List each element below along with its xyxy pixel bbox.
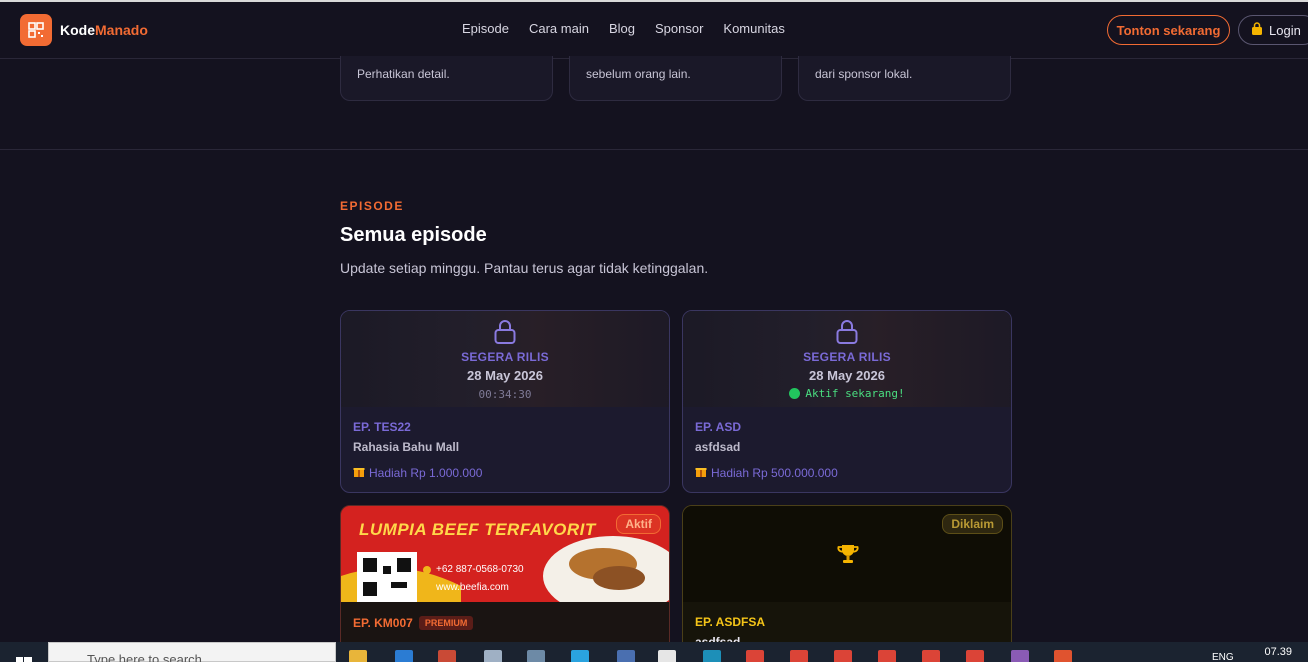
episode-cover-locked: SEGERA RILIS 28 May 2026 00:34:30 — [341, 311, 669, 407]
padlock-icon — [683, 319, 1011, 350]
feature-text: Perhatikan detail. — [357, 67, 450, 81]
language-indicator[interactable]: ENG — [1212, 652, 1234, 662]
chrome-icon[interactable] — [878, 650, 896, 662]
site-header: KodeManado Episode Cara main Blog Sponso… — [0, 2, 1308, 59]
release-date: 28 May 2026 — [467, 368, 543, 383]
telegram-icon[interactable] — [571, 650, 589, 662]
status-dot-icon — [789, 388, 801, 399]
app-icon[interactable] — [1011, 650, 1029, 662]
app-icon[interactable] — [617, 650, 635, 662]
windows-start-icon[interactable] — [16, 652, 32, 662]
feature-card: Perhatikan detail. — [340, 56, 553, 101]
active-text: Aktif sekarang! — [805, 387, 905, 400]
episode-card[interactable]: Diklaim EP. ASDFSA asdfsad — [682, 505, 1012, 655]
app-icon[interactable] — [703, 650, 721, 662]
episode-banner-image: LUMPIA BEEF TERFAVORIT +62 887-0568-0730… — [341, 506, 669, 602]
episode-title: asfdsad — [695, 440, 741, 454]
gift-icon — [353, 465, 365, 480]
episode-cover-claimed: Diklaim — [683, 506, 1011, 602]
nav-sponsor[interactable]: Sponsor — [655, 21, 703, 36]
release-date: 28 May 2026 — [809, 368, 885, 383]
release-status: SEGERA RILIS — [461, 350, 549, 364]
chrome-icon[interactable] — [966, 650, 984, 662]
episode-card[interactable]: SEGERA RILIS 28 May 2026 00:34:30 EP. TE… — [340, 310, 670, 493]
episode-card[interactable]: SEGERA RILIS 28 May 2026 Aktif sekarang!… — [682, 310, 1012, 493]
watch-now-button[interactable]: Tonton sekarang — [1107, 15, 1230, 45]
app-icon[interactable] — [658, 650, 676, 662]
chrome-icon[interactable] — [746, 650, 764, 662]
padlock-icon — [341, 319, 669, 350]
active-indicator: Aktif sekarang! — [683, 386, 1011, 404]
section-title: Semua episode — [340, 224, 487, 246]
taskbar-search-box[interactable]: Type here to search — [48, 642, 336, 662]
status-badge: Diklaim — [942, 514, 1003, 534]
prize-text: Hadiah Rp 500.000.000 — [711, 465, 838, 480]
banner-headline: LUMPIA BEEF TERFAVORIT — [359, 520, 596, 539]
episode-meta: EP. KM007 PREMIUM — [353, 616, 474, 630]
lock-icon — [1251, 22, 1263, 38]
main-nav: Episode Cara main Blog Sponsor Komunitas — [462, 21, 805, 36]
premium-badge: PREMIUM — [418, 616, 474, 630]
chrome-icon[interactable] — [790, 650, 808, 662]
feature-text: dari sponsor lokal. — [815, 67, 913, 81]
feature-text: sebelum orang lain. — [586, 67, 691, 81]
chrome-icon[interactable] — [834, 650, 852, 662]
file-explorer-icon[interactable] — [349, 650, 367, 662]
app-icon[interactable] — [438, 650, 456, 662]
episode-title: Rahasia Bahu Mall — [353, 440, 460, 454]
section-subtitle: Update setiap minggu. Pantau terus agar … — [340, 260, 709, 276]
episode-code: EP. KM007 — [353, 616, 413, 630]
nav-komunitas[interactable]: Komunitas — [723, 21, 784, 36]
episode-card[interactable]: LUMPIA BEEF TERFAVORIT +62 887-0568-0730… — [340, 505, 670, 655]
nav-blog[interactable]: Blog — [609, 21, 635, 36]
section-divider — [0, 149, 1308, 150]
nav-cara-main[interactable]: Cara main — [529, 21, 589, 36]
nav-episode[interactable]: Episode — [462, 21, 509, 36]
episode-code: EP. TES22 — [353, 420, 411, 434]
logo-icon — [20, 14, 52, 46]
countdown-timer: 00:34:30 — [478, 388, 532, 401]
store-icon[interactable] — [395, 650, 413, 662]
chrome-icon[interactable] — [922, 650, 940, 662]
gift-icon — [695, 465, 707, 480]
banner-phone: +62 887-0568-0730 — [436, 564, 524, 575]
prize-text: Hadiah Rp 1.000.000 — [369, 465, 483, 480]
episode-prize: Hadiah Rp 1.000.000 — [353, 465, 482, 480]
taskbar-clock[interactable]: 07.39 — [1264, 646, 1292, 658]
status-badge: Aktif — [616, 514, 661, 534]
trophy-icon — [836, 542, 860, 571]
feature-card: dari sponsor lokal. — [798, 56, 1011, 101]
release-status: SEGERA RILIS — [803, 350, 891, 364]
section-eyebrow: EPISODE — [340, 199, 404, 213]
app-icon[interactable] — [1054, 650, 1072, 662]
app-icon[interactable] — [484, 650, 502, 662]
episode-code: EP. ASD — [695, 420, 742, 434]
banner-website: www.beefia.com — [436, 582, 509, 593]
brand-name: KodeManado — [60, 22, 148, 38]
search-placeholder: Type here to search — [87, 652, 202, 662]
episode-code: EP. ASDFSA — [695, 615, 766, 629]
login-button[interactable]: Login — [1238, 15, 1308, 45]
calculator-icon[interactable] — [527, 650, 545, 662]
episode-prize: Hadiah Rp 500.000.000 — [695, 465, 838, 480]
feature-card: sebelum orang lain. — [569, 56, 782, 101]
episode-cover-locked: SEGERA RILIS 28 May 2026 Aktif sekarang! — [683, 311, 1011, 407]
brand-logo[interactable]: KodeManado — [20, 14, 148, 46]
login-label: Login — [1269, 22, 1301, 38]
